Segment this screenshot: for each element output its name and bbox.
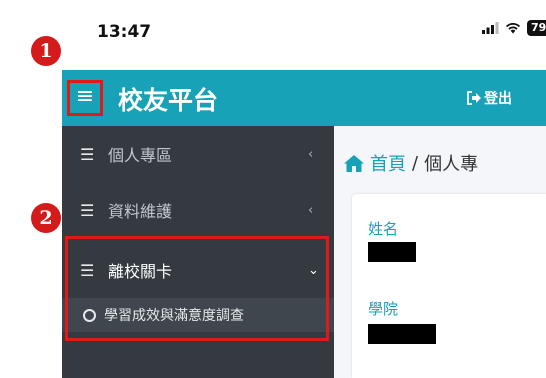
- sign-out-icon: [467, 91, 481, 105]
- breadcrumb: 首頁 / 個人專: [344, 150, 478, 176]
- chevron-left-icon: ‹: [308, 202, 314, 218]
- name-label: 姓名: [368, 220, 399, 238]
- signal-bars-icon: [482, 22, 499, 34]
- chevron-left-icon: ‹: [308, 146, 314, 162]
- status-time: 13:47: [97, 22, 152, 42]
- annotation-marker-2: 2: [31, 203, 61, 233]
- status-icons: 79: [482, 20, 546, 36]
- battery-level: 79: [527, 20, 546, 36]
- college-value-redacted: [368, 324, 436, 344]
- sidebar-item-label: 資料維護: [108, 202, 173, 221]
- profile-card: 姓名 學院: [352, 194, 546, 378]
- breadcrumb-separator: /: [412, 152, 419, 174]
- logout-button[interactable]: 登出: [466, 88, 512, 108]
- college-label: 學院: [368, 300, 399, 318]
- sidebar-item-personal[interactable]: ☰ 個人專區 ‹: [62, 126, 334, 182]
- breadcrumb-home-link[interactable]: 首頁: [370, 150, 406, 176]
- wifi-icon: [506, 23, 520, 34]
- list-icon: ☰: [80, 144, 95, 164]
- name-value-redacted: [368, 242, 416, 262]
- sidebar-item-label: 個人專區: [108, 146, 173, 165]
- highlight-box-menu: [67, 80, 103, 116]
- main-content: 首頁 / 個人專 姓名 學院: [334, 126, 546, 378]
- list-icon: ☰: [80, 200, 95, 220]
- brand-title[interactable]: 校友平台: [118, 81, 218, 117]
- home-icon: [344, 154, 364, 172]
- annotation-marker-1: 1: [31, 36, 61, 66]
- highlight-box-leaving-school: [65, 236, 329, 341]
- app-header: ≡ 校友平台 登出: [62, 70, 546, 126]
- sidebar-item-data-maintenance[interactable]: ☰ 資料維護 ‹: [62, 182, 334, 238]
- status-bar: 13:47 79: [0, 0, 546, 58]
- logout-label: 登出: [484, 91, 512, 107]
- breadcrumb-current: 個人專: [424, 154, 479, 175]
